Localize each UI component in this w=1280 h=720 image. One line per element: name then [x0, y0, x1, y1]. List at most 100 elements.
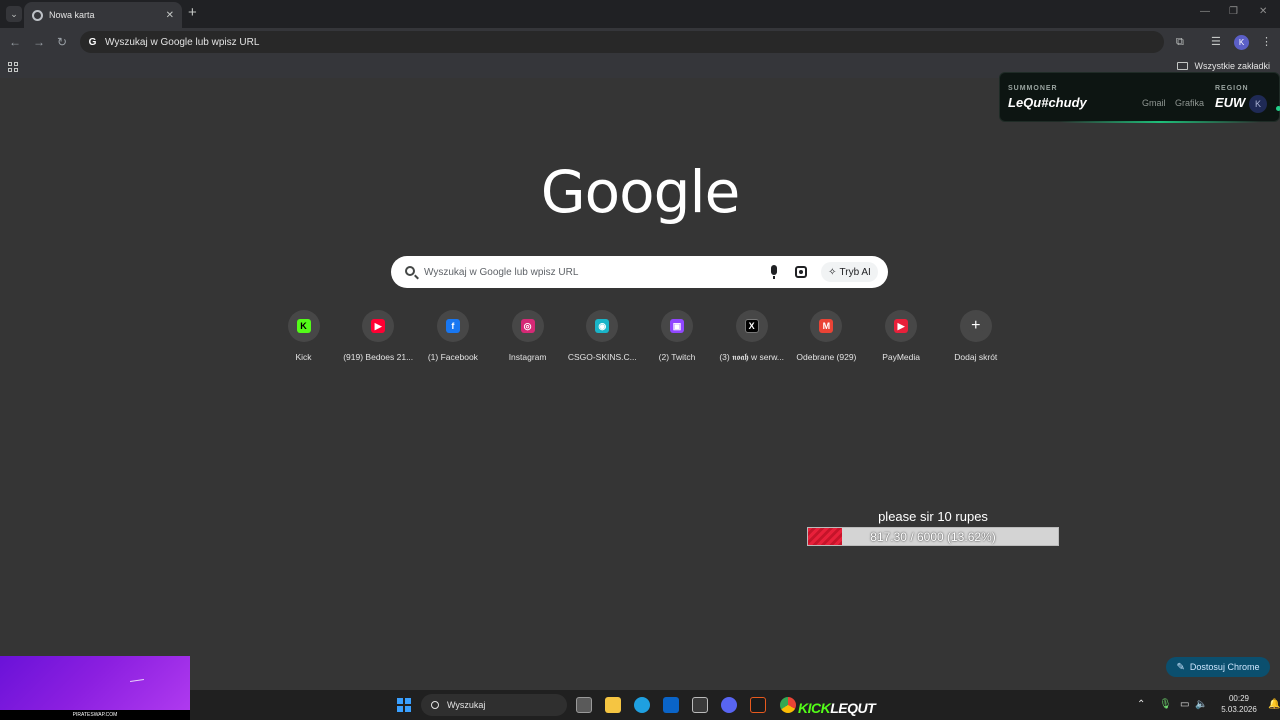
chevron-up-icon[interactable]: ⌃ [1137, 699, 1145, 710]
plus-icon: + [968, 317, 983, 334]
shortcuts-grid: K Kick ▶ (919) Bedoes 21... f (1) Facebook ◎ In… [266, 310, 1014, 370]
taskbar: Wyszukaj KICKLEQUT ⌃ 🎙 ▭ 🔈 00:29 5.03.20… [190, 690, 1280, 720]
shortcut-tile[interactable]: ▣ (2) Twitch [640, 310, 715, 370]
twitch-icon: ▣ [670, 319, 684, 333]
search-icon [431, 701, 439, 709]
shortcut-tile[interactable]: K Kick [266, 310, 341, 370]
customize-chrome-button[interactable]: ✎ Dostosuj Chrome [1166, 657, 1270, 677]
instagram-icon: ◎ [520, 319, 535, 333]
facebook-icon: f [445, 319, 460, 333]
shortcut-tile[interactable]: f (1) Facebook [415, 310, 490, 370]
shortcut-label: CSGO-SKINS.C... [567, 352, 637, 362]
shortcut-circle: ▣ [661, 310, 693, 342]
profile-avatar[interactable]: K [1234, 35, 1249, 50]
shortcut-circle: X [735, 310, 768, 342]
shortcut-tile[interactable]: + Dodaj skrót [938, 310, 1013, 370]
omnibox-text[interactable]: Wyszukaj w Google lub wpisz URL [105, 37, 259, 48]
tab-search-button[interactable]: ⌄ [6, 6, 22, 22]
reading-list-icon[interactable]: ☰ [1211, 35, 1221, 49]
images-link[interactable]: Grafika [1175, 98, 1204, 108]
region-label: REGION [1215, 85, 1249, 92]
tab-title: Nowa karta [49, 10, 95, 20]
shortcut-tile[interactable]: ▶ (919) Bedoes 21... [341, 310, 416, 370]
all-bookmarks-label: Wszystkie zakładki [1194, 61, 1270, 71]
toolbar: ← → ↻ G Wyszukaj w Google lub wpisz URL … [0, 28, 1280, 56]
shortcut-circle: ◉ [586, 310, 619, 342]
edge-icon[interactable] [634, 697, 650, 713]
youtube-icon: ▶ [371, 319, 386, 333]
shortcut-label: (1) Facebook [427, 352, 478, 362]
shortcut-tile[interactable]: X (3) 𝖓𝖔𝖆𝖍 w serw... [714, 310, 789, 370]
system-clock[interactable]: 00:29 5.03.2026 [1218, 693, 1260, 715]
shortcut-tile[interactable]: M Odebrane (929) [789, 310, 864, 370]
store-icon[interactable] [692, 697, 708, 713]
taskbar-search[interactable]: Wyszukaj [421, 694, 567, 716]
shortcut-label: (3) 𝖓𝖔𝖆𝖍 w serw... [719, 352, 785, 362]
back-icon[interactable]: ← [9, 34, 21, 50]
maximize-icon[interactable]: ❐ [1229, 6, 1238, 17]
ai-mode-button[interactable]: ✧ Tryb AI [821, 262, 878, 282]
webcam-overlay: PIRATESWAP.COM [0, 656, 190, 720]
shortcut-label: PayMedia [882, 352, 920, 362]
status-dot [1276, 106, 1280, 111]
summoner-overlay: SUMMONER LeQu#chudy Gmail Grafika REGION… [999, 72, 1280, 123]
google-g-icon: G [88, 36, 97, 48]
tab-new-tab[interactable]: Nowa karta ✕ [24, 2, 182, 28]
shortcut-circle: ◎ [511, 310, 544, 342]
shortcut-circle: K [287, 310, 320, 342]
reload-icon[interactable]: ↻ [57, 34, 67, 50]
new-tab-button[interactable]: + [188, 4, 197, 22]
outlook-icon[interactable] [663, 697, 679, 713]
search-box[interactable]: ✧ Tryb AI [391, 256, 888, 288]
shortcut-label: Kick [295, 352, 312, 362]
volume-icon[interactable]: 🔈 [1195, 699, 1207, 710]
search-input[interactable] [424, 262, 754, 282]
ai-mode-label: Tryb AI [839, 266, 871, 278]
microphone-tray-icon[interactable]: 🎙 [1159, 699, 1172, 710]
task-view-icon[interactable] [576, 697, 592, 713]
shortcut-label: (919) Bedoes 21... [343, 352, 414, 362]
clock-date: 5.03.2026 [1221, 705, 1257, 714]
x-icon: X [744, 319, 759, 333]
gmail-link[interactable]: Gmail [1142, 98, 1166, 108]
webcam-watermark: PIRATESWAP.COM [0, 710, 190, 720]
notifications-icon[interactable]: 🔔 [1268, 699, 1280, 710]
kick-icon: K [296, 319, 311, 333]
network-icon[interactable]: ▭ [1180, 699, 1189, 710]
extensions-icon[interactable]: ⧉ [1176, 35, 1184, 49]
shortcut-tile[interactable]: ▶ PayMedia [864, 310, 939, 370]
shortcut-tile[interactable]: ◉ CSGO-SKINS.C... [565, 310, 640, 370]
minimize-icon[interactable]: — [1200, 6, 1210, 17]
chrome-favicon-icon [32, 9, 43, 21]
gmail-icon: M [819, 319, 834, 333]
omnibox[interactable]: G Wyszukaj w Google lub wpisz URL [80, 31, 1164, 53]
shortcut-circle: ▶ [885, 310, 918, 342]
shortcut-label: Odebrane (929) [796, 352, 857, 362]
donation-goal-title: please sir 10 rupes [878, 509, 988, 524]
accent-line [1060, 121, 1260, 123]
tab-close-icon[interactable]: ✕ [166, 10, 174, 21]
account-avatar[interactable]: K [1249, 95, 1267, 113]
shortcut-circle: ▶ [362, 310, 395, 342]
windows-start-icon[interactable] [397, 698, 411, 712]
close-window-icon[interactable]: ✕ [1259, 6, 1267, 17]
menu-icon[interactable]: ⋮ [1261, 35, 1272, 49]
summoner-label: SUMMONER [1008, 85, 1058, 92]
forward-icon[interactable]: → [33, 34, 45, 50]
ai-sparkle-icon: ✧ [828, 266, 837, 278]
shortcut-tile[interactable]: ◎ Instagram [490, 310, 565, 370]
discord-icon[interactable] [721, 697, 737, 713]
taskbar-search-label: Wyszukaj [447, 700, 486, 710]
pencil-icon: ✎ [1176, 661, 1185, 673]
donation-progress-text: 817.30 / 6000 (13.62%) [870, 530, 996, 544]
file-explorer-icon[interactable] [605, 697, 621, 713]
apps-grid-icon[interactable] [8, 62, 18, 72]
clock-time: 00:29 [1228, 694, 1250, 703]
chrome-icon[interactable] [780, 697, 796, 713]
webcam-streak [129, 679, 145, 682]
google-lens-icon[interactable] [795, 266, 807, 278]
game-app-icon[interactable] [750, 697, 766, 713]
shortcut-label: (2) Twitch [658, 352, 696, 362]
microphone-icon[interactable] [771, 265, 777, 279]
all-bookmarks-button[interactable]: Wszystkie zakładki [1177, 61, 1270, 71]
